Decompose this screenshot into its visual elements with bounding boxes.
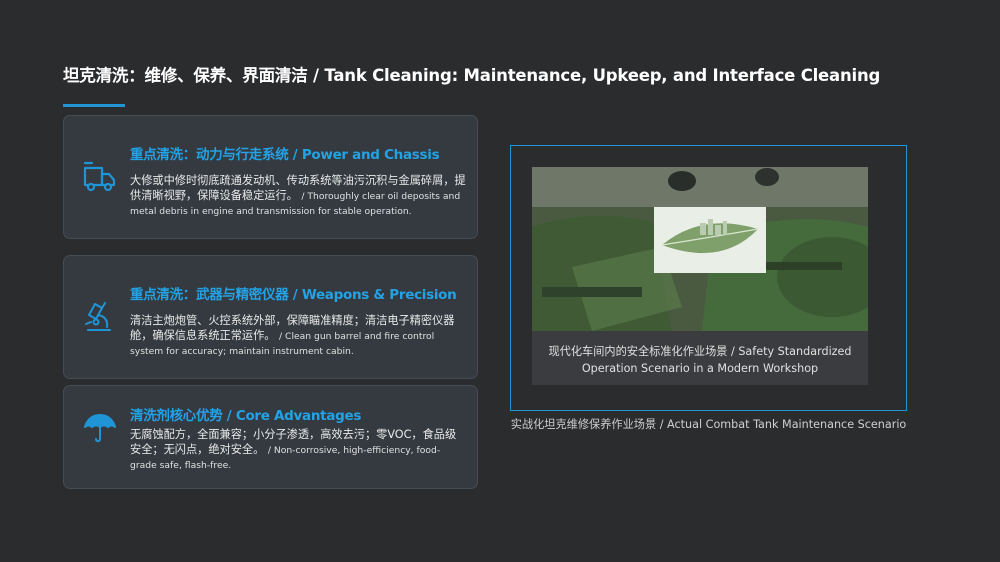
feature-card-core-advantages: 清洗剂核心优势 / Core Advantages 无腐蚀配方，全面兼容；小分子…	[63, 385, 478, 489]
photo-caption: 现代化车间内的安全标准化作业场景 / Safety Standardized O…	[548, 345, 852, 375]
title-underline	[63, 104, 125, 107]
truck-icon	[83, 160, 117, 194]
umbrella-icon	[83, 412, 117, 446]
photo-caption-box: 现代化车间内的安全标准化作业场景 / Safety Standardized O…	[532, 331, 868, 385]
feature-card-weapons-precision: 重点清洗：武器与精密仪器 / Weapons & Precision 清洁主炮炮…	[63, 255, 478, 379]
tank-workshop-photo	[532, 167, 868, 331]
card-description: 大修或中修时彻底疏通发动机、传动系统等油污沉积与金属碎屑，提供清晰视野，保障设备…	[130, 173, 466, 218]
card-description: 无腐蚀配方，全面兼容；小分子渗透，高效去污；零VOC，食品级安全；无闪点，绝对安…	[130, 427, 466, 472]
figure-frame: 现代化车间内的安全标准化作业场景 / Safety Standardized O…	[510, 145, 907, 411]
card-description: 清洁主炮炮管、火控系统外部，保障瞄准精度；清洁电子精密仪器舱，确保信息系统正常运…	[130, 313, 466, 358]
figure-caption: 实战化坦克维修保养作业场景 / Actual Combat Tank Maint…	[510, 418, 907, 431]
card-heading: 重点清洗：动力与行走系统 / Power and Chassis	[130, 147, 440, 163]
microscope-icon	[83, 300, 117, 334]
card-heading: 重点清洗：武器与精密仪器 / Weapons & Precision	[130, 287, 457, 303]
card-heading: 清洗剂核心优势 / Core Advantages	[130, 408, 362, 424]
slide-title: 坦克清洗：维修、保养、界面清洁 / Tank Cleaning: Mainten…	[63, 66, 881, 85]
feature-card-power-chassis: 重点清洗：动力与行走系统 / Power and Chassis 大修或中修时彻…	[63, 115, 478, 239]
